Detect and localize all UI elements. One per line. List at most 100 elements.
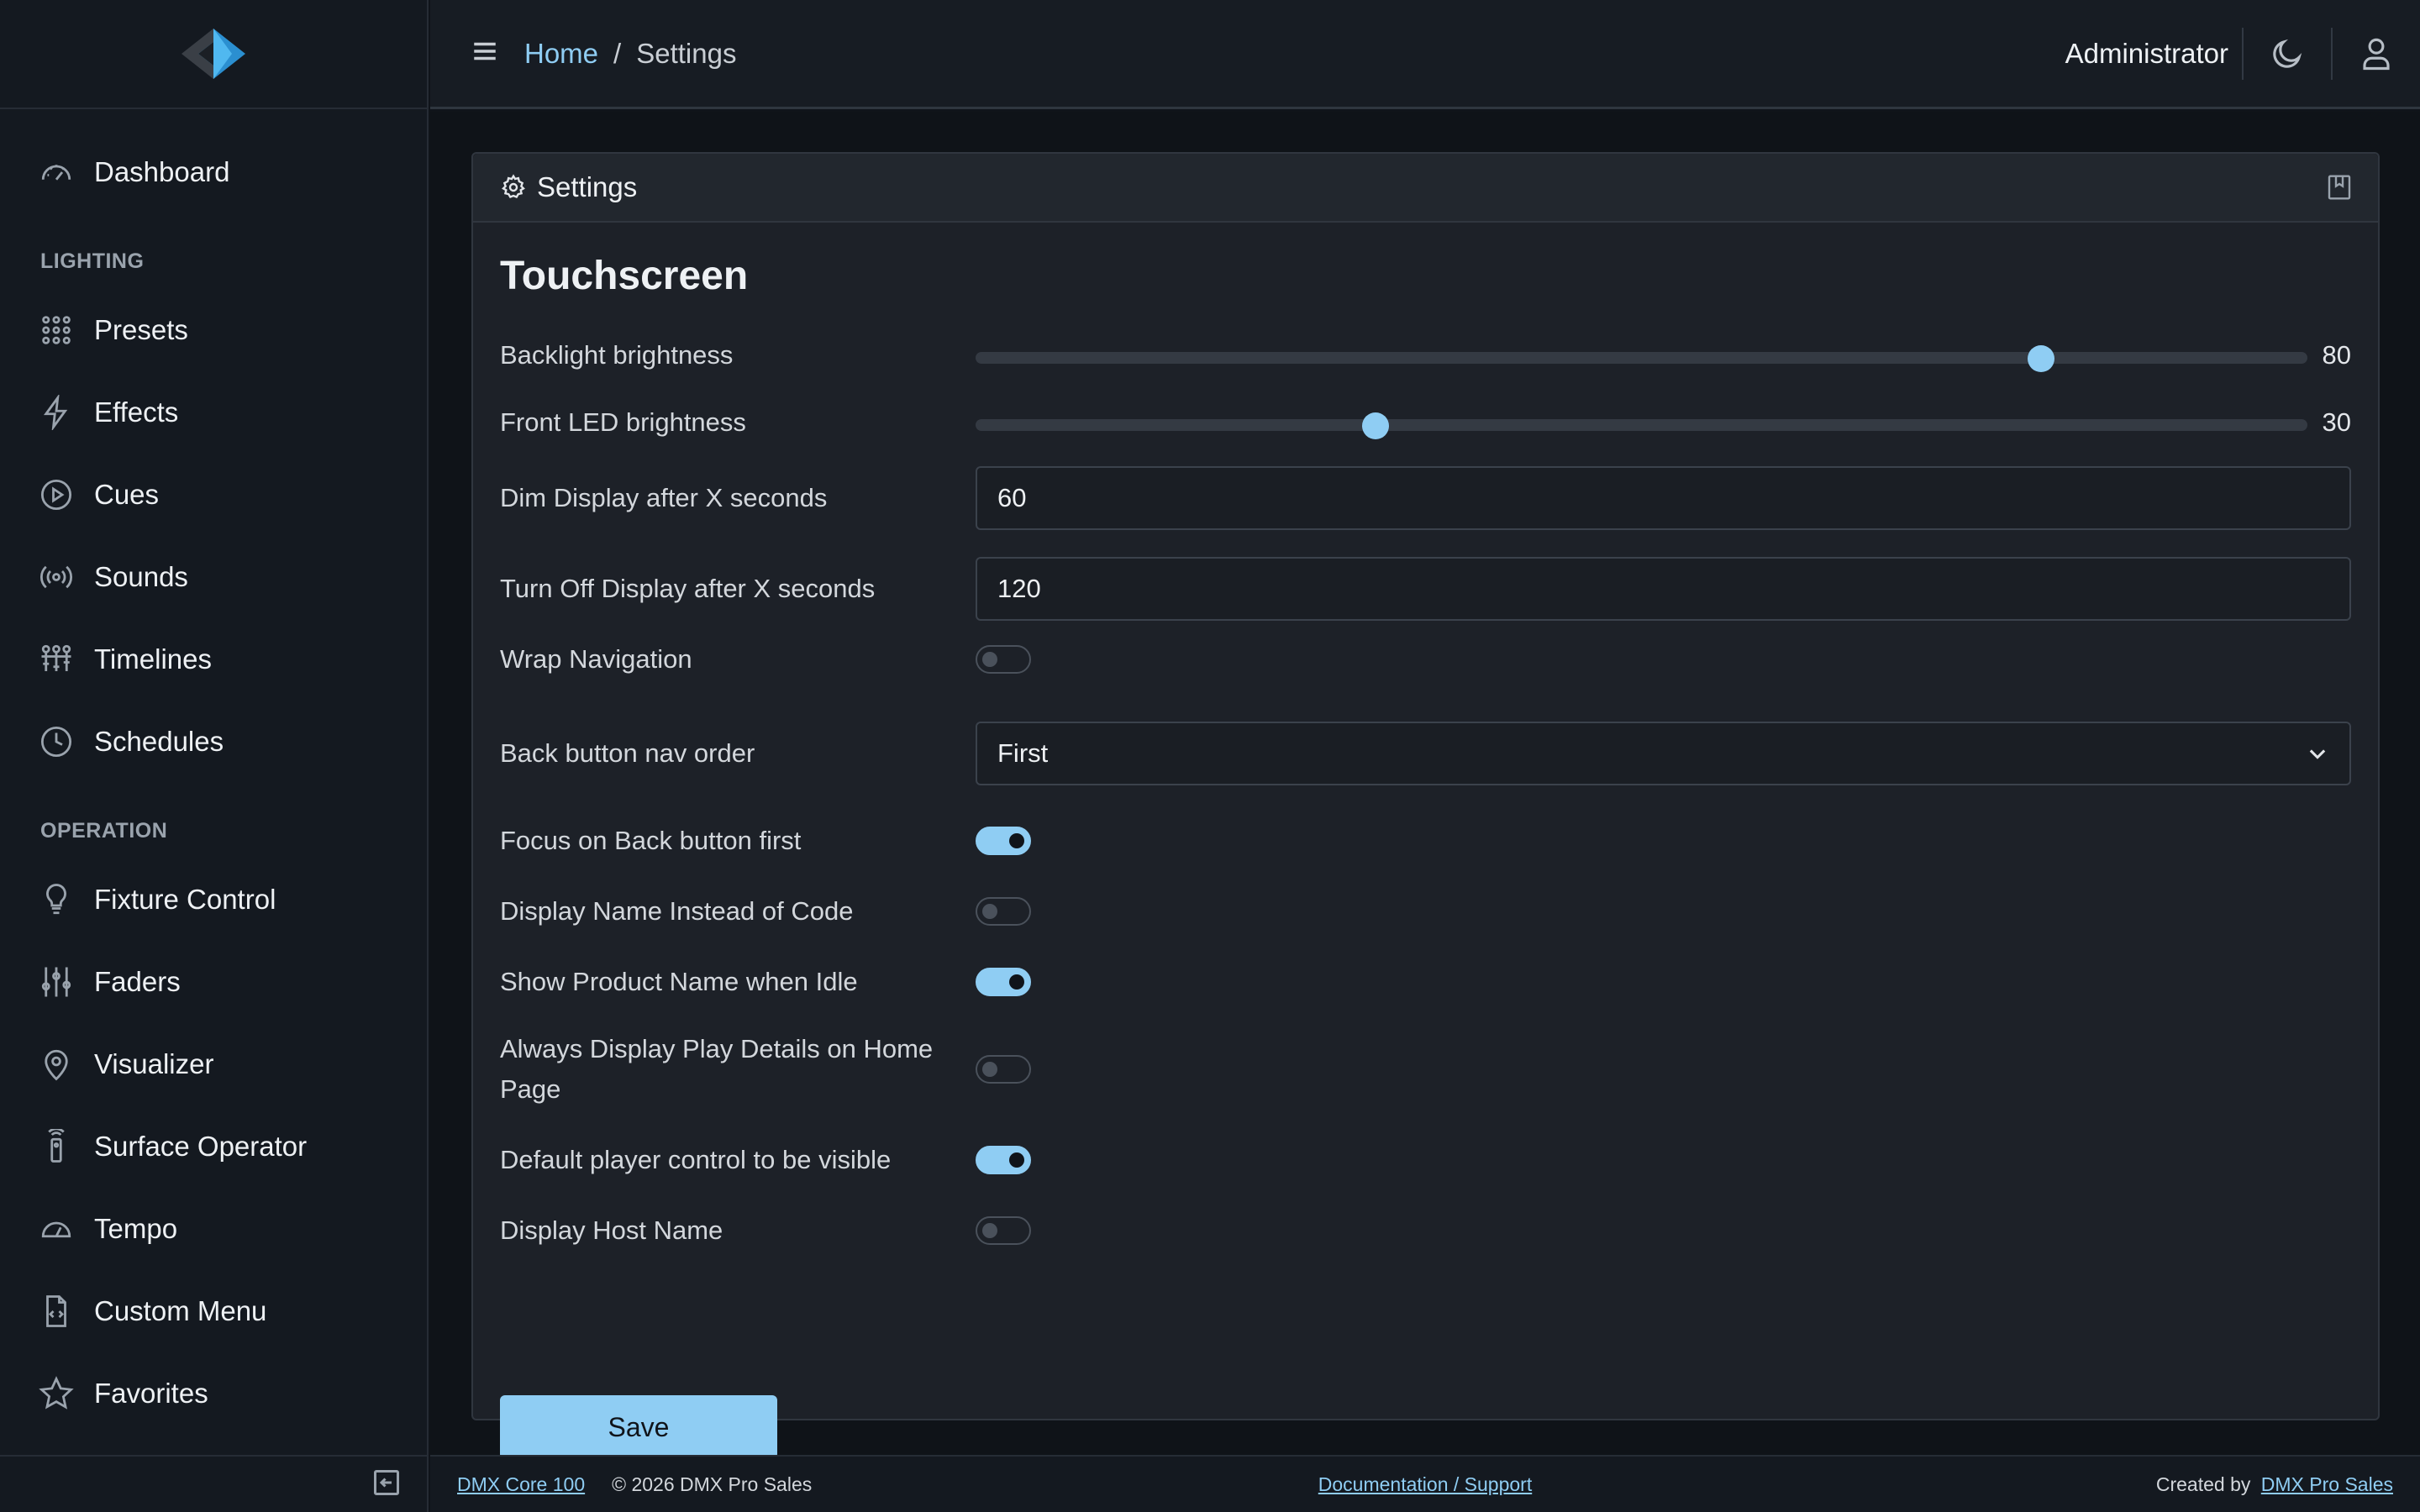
display-name-toggle[interactable] — [976, 897, 1031, 926]
footer: DMX Core 100 © 2026 DMX Pro Sales Docume… — [430, 1455, 2420, 1512]
product-link[interactable]: DMX Core 100 — [457, 1473, 585, 1496]
collapse-sidebar-icon[interactable] — [371, 1467, 402, 1502]
default-player-visible-toggle[interactable] — [976, 1146, 1031, 1174]
remote-icon — [39, 1129, 74, 1164]
display-host-name-toggle[interactable] — [976, 1216, 1031, 1245]
documentation-link[interactable]: Documentation / Support — [1318, 1473, 1532, 1495]
gauge-icon — [39, 155, 74, 190]
sidebar-item-label: Sounds — [94, 561, 188, 592]
focus-back-first-toggle[interactable] — [976, 827, 1031, 855]
setting-label: Always Display Play Details on Home Page — [500, 1034, 934, 1104]
setting-front-led-brightness: Front LED brightness 30 — [500, 402, 2351, 443]
bookmark-icon — [2328, 175, 2351, 200]
breadcrumb-separator: / — [613, 37, 622, 69]
sidebar-item-favorites[interactable]: Favorites — [0, 1352, 427, 1435]
slider-track — [976, 419, 2307, 431]
setting-wrap-navigation: Wrap Navigation — [500, 639, 2351, 680]
map-pin-icon — [39, 1047, 74, 1082]
sidebar-item-label: Visualizer — [94, 1048, 214, 1079]
backlight-slider[interactable] — [976, 339, 2307, 372]
sidebar-item-fixture-control[interactable]: Fixture Control — [0, 858, 427, 941]
setting-dim-display: Dim Display after X seconds — [500, 466, 2351, 530]
user-name: Administrator — [2065, 37, 2228, 69]
toggle-knob — [982, 904, 997, 919]
sidebar-item-timelines[interactable]: Timelines — [0, 618, 427, 701]
setting-always-play-details: Always Display Play Details on Home Page — [500, 1029, 2351, 1110]
sidebar-item-label: Dashboard — [94, 156, 230, 187]
company-link[interactable]: DMX Pro Sales — [2261, 1473, 2393, 1495]
sidebar-item-faders[interactable]: Faders — [0, 941, 427, 1023]
card-header: Settings — [473, 154, 2378, 223]
sidebar: Dashboard LIGHTING Presets Effects Cues … — [0, 0, 429, 1512]
select-value: First — [997, 738, 1049, 768]
lightbulb-icon — [39, 882, 74, 917]
front-led-slider[interactable] — [976, 406, 2307, 439]
setting-label: Focus on Back button first — [500, 826, 802, 855]
sidebar-item-dashboard[interactable]: Dashboard — [0, 131, 427, 213]
sidebar-item-label: Tempo — [94, 1213, 178, 1244]
slider-thumb[interactable] — [2028, 345, 2054, 372]
sidebar-item-label: Fixture Control — [94, 884, 276, 915]
chevron-down-icon — [2309, 749, 2326, 759]
breadcrumb-home-link[interactable]: Home — [524, 38, 598, 70]
setting-show-product-name: Show Product Name when Idle — [500, 962, 2351, 1002]
setting-label: Backlight brightness — [500, 340, 734, 370]
sidebar-item-label: Favorites — [94, 1378, 208, 1409]
setting-turn-off-display: Turn Off Display after X seconds — [500, 557, 2351, 621]
broadcast-icon — [39, 559, 74, 595]
setting-backlight-brightness: Backlight brightness 80 — [500, 335, 2351, 375]
sidebar-item-schedules[interactable]: Schedules — [0, 701, 427, 783]
setting-display-name: Display Name Instead of Code — [500, 891, 2351, 932]
toggle-knob — [1009, 1152, 1024, 1168]
sidebar-item-cues[interactable]: Cues — [0, 454, 427, 536]
toggle-knob — [982, 652, 997, 667]
setting-label: Show Product Name when Idle — [500, 967, 858, 996]
save-button[interactable]: Save — [500, 1395, 777, 1459]
clock-icon — [39, 724, 74, 759]
sidebar-item-visualizer[interactable]: Visualizer — [0, 1023, 427, 1105]
dim-display-input[interactable] — [976, 466, 2351, 530]
user-menu-button[interactable] — [2333, 0, 2420, 108]
sidebar-item-tempo[interactable]: Tempo — [0, 1188, 427, 1270]
setting-label: Turn Off Display after X seconds — [500, 574, 876, 603]
top-bar: Home / Settings Administrator — [430, 0, 2420, 109]
code-file-icon — [39, 1294, 74, 1329]
speedometer-icon — [39, 1211, 74, 1247]
menu-icon[interactable] — [471, 37, 499, 70]
lightning-icon — [39, 395, 74, 430]
main-content: Settings Touchscreen Backlight brightnes… — [430, 112, 2420, 1459]
sidebar-item-effects[interactable]: Effects — [0, 371, 427, 454]
timeline-icon — [39, 642, 74, 677]
breadcrumb: Home / Settings — [524, 38, 736, 70]
user-icon — [2363, 38, 2390, 70]
copyright-text: © 2026 DMX Pro Sales — [612, 1473, 813, 1495]
wrap-navigation-toggle[interactable] — [976, 645, 1031, 674]
toggle-knob — [1009, 833, 1024, 848]
sidebar-item-label: Schedules — [94, 726, 224, 757]
breadcrumb-current: Settings — [636, 37, 737, 69]
setting-label: Display Host Name — [500, 1215, 723, 1245]
sidebar-item-surface-operator[interactable]: Surface Operator — [0, 1105, 427, 1188]
always-play-details-toggle[interactable] — [976, 1055, 1031, 1084]
back-nav-order-select[interactable]: First — [976, 722, 2351, 785]
sidebar-item-label: Timelines — [94, 643, 212, 675]
setting-label: Back button nav order — [500, 738, 755, 768]
brand-logo[interactable] — [0, 0, 427, 109]
slider-thumb[interactable] — [1361, 412, 1389, 439]
sidebar-footer — [0, 1455, 427, 1512]
show-product-name-toggle[interactable] — [976, 968, 1031, 996]
theme-toggle-button[interactable] — [2244, 0, 2331, 108]
sidebar-item-label: Cues — [94, 479, 160, 510]
sidebar-item-label: Faders — [94, 966, 181, 997]
sliders-icon — [39, 964, 74, 1000]
slider-value: 30 — [2322, 407, 2351, 437]
star-icon — [39, 1376, 74, 1411]
sidebar-item-sounds[interactable]: Sounds — [0, 536, 427, 618]
bookmark-button[interactable] — [2326, 174, 2353, 201]
sidebar-item-presets[interactable]: Presets — [0, 289, 427, 371]
turn-off-display-input[interactable] — [976, 557, 2351, 621]
setting-label: Display Name Instead of Code — [500, 896, 854, 926]
toggle-knob — [982, 1223, 997, 1238]
sidebar-item-custom-menu[interactable]: Custom Menu — [0, 1270, 427, 1352]
logo-icon — [182, 29, 245, 79]
